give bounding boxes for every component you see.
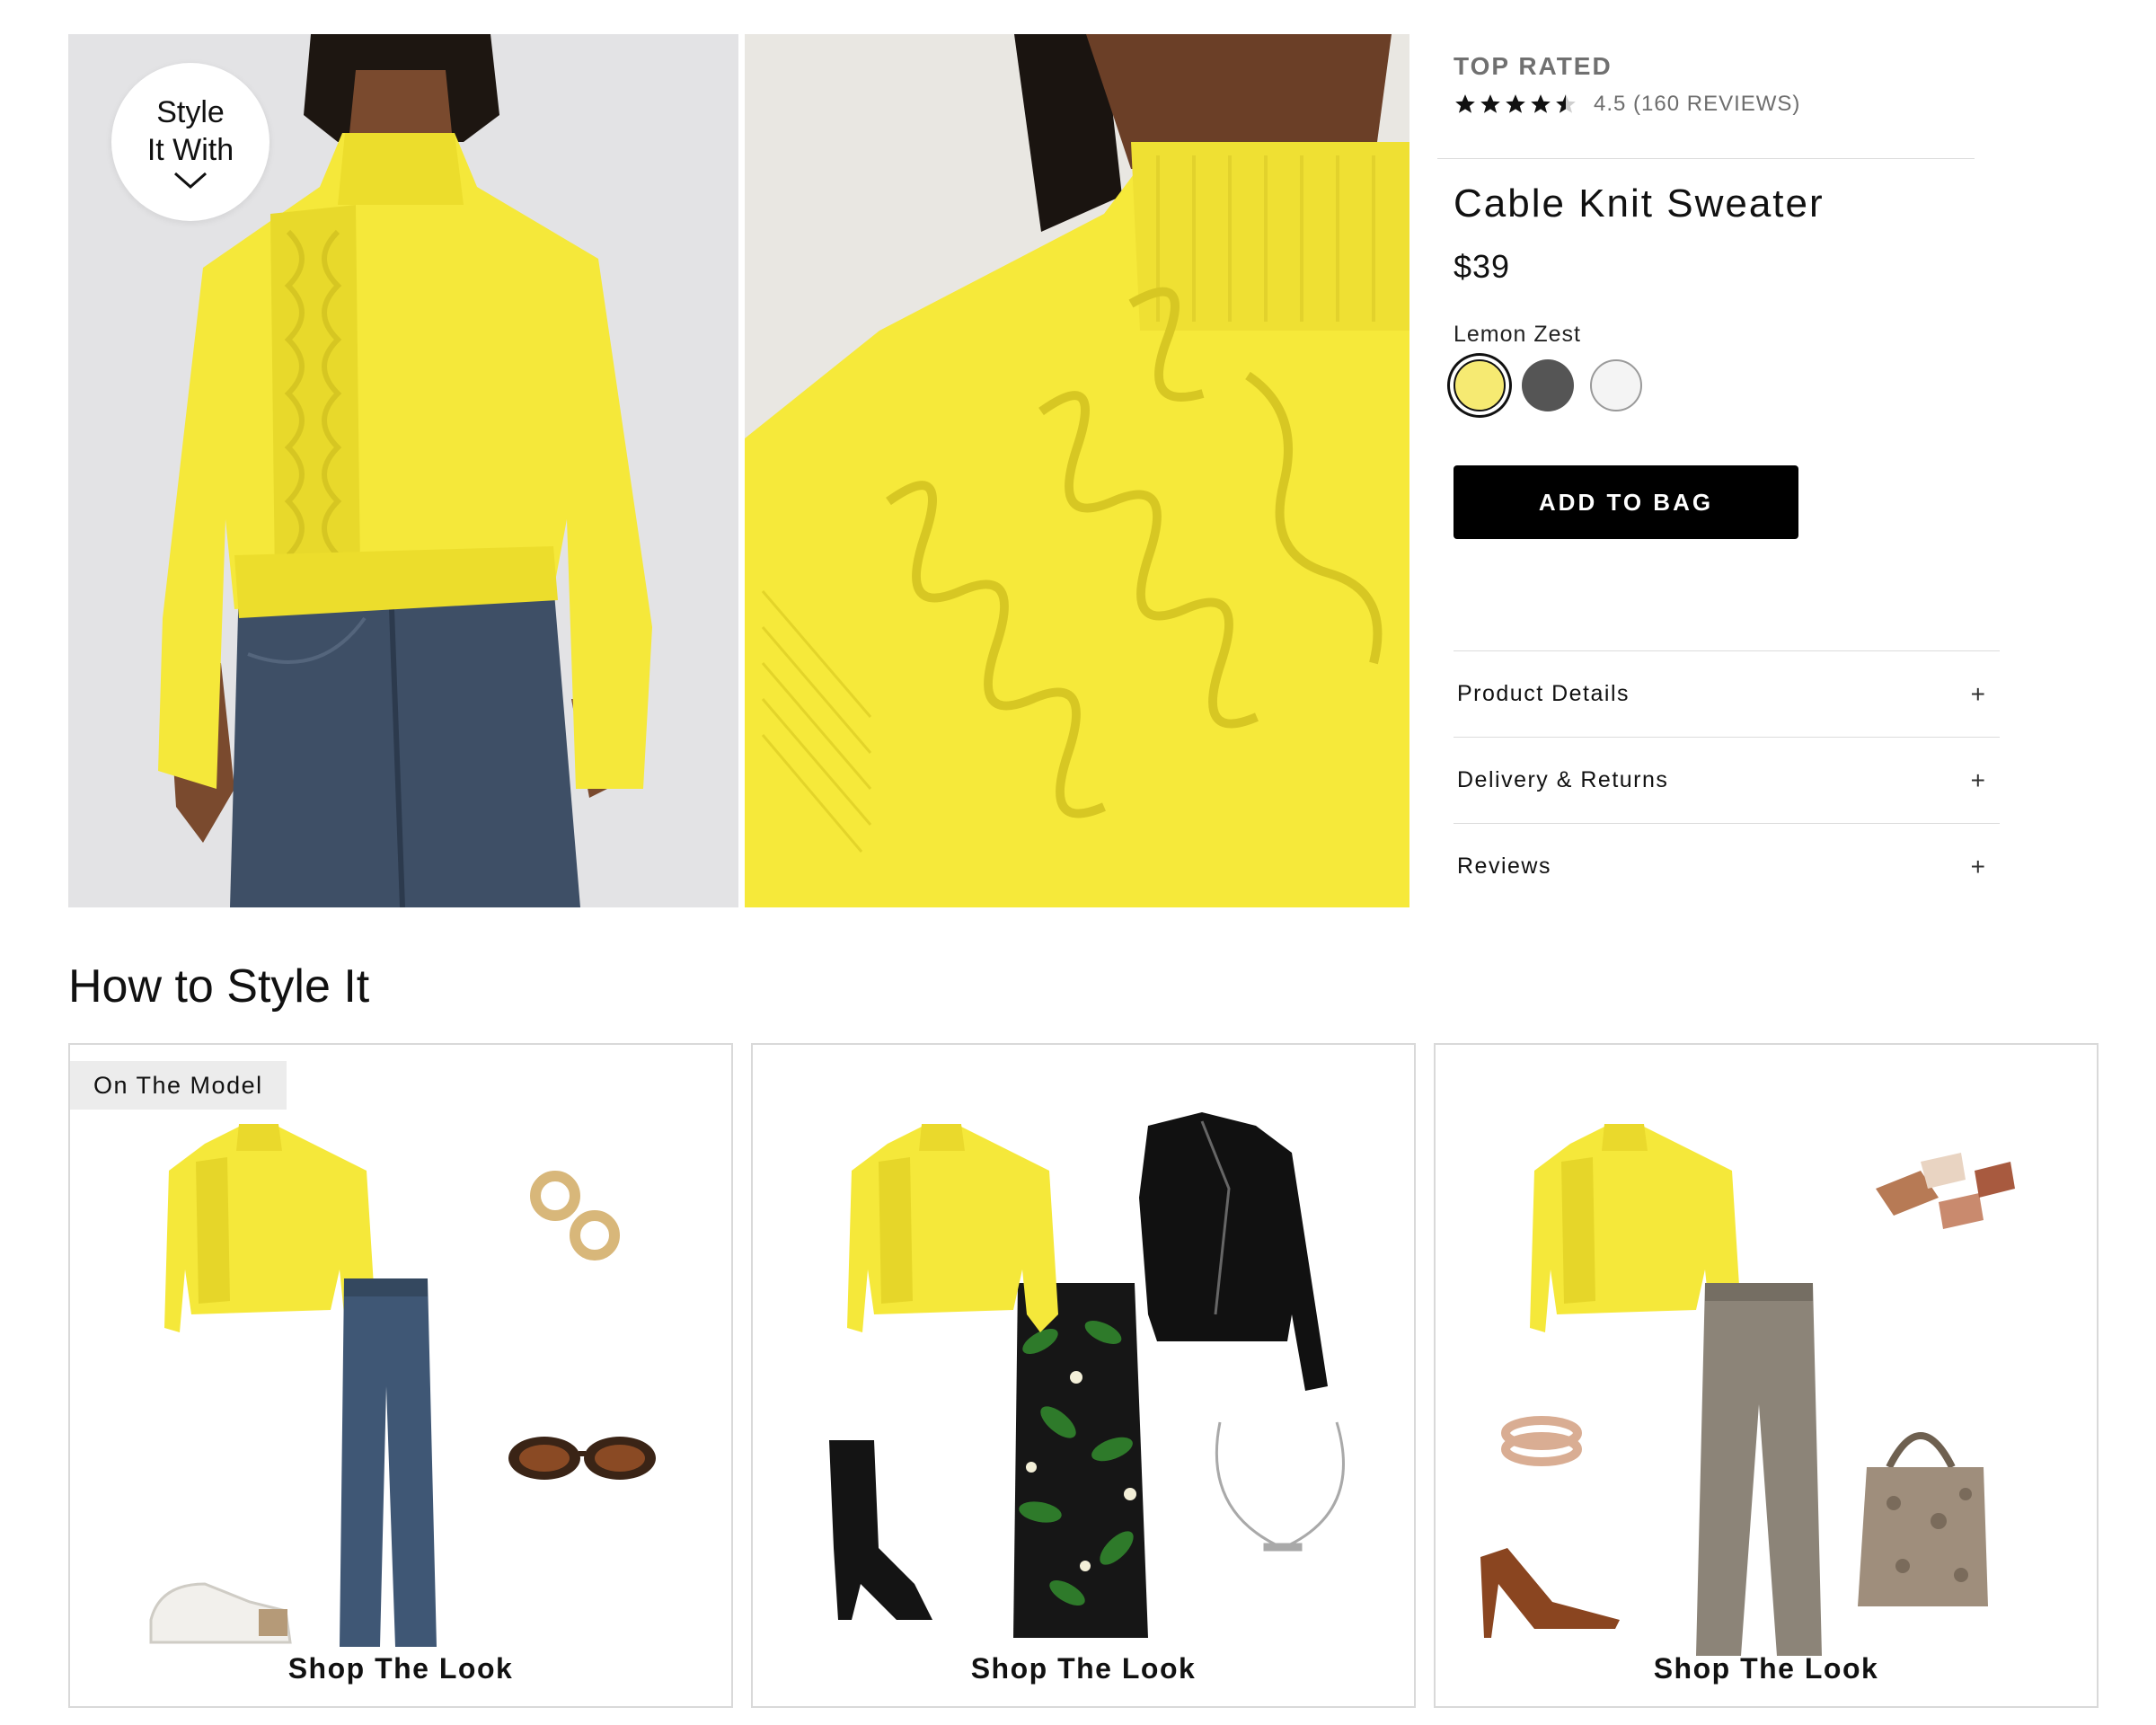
- look-collage-3: [1480, 1124, 2015, 1656]
- rating-summary[interactable]: 4.5 (160 REVIEWS): [1454, 92, 1800, 117]
- top-rated-badge: TOP RATED: [1454, 52, 1613, 80]
- rating-text: 4.5 (160 REVIEWS): [1594, 92, 1801, 116]
- necklace-item: [1215, 1421, 1345, 1552]
- shop-the-look-link[interactable]: Shop The Look: [753, 1652, 1414, 1685]
- jeans-item: [340, 1278, 437, 1647]
- slouch-boot-item: [829, 1440, 932, 1620]
- add-to-bag-button[interactable]: ADD TO BAG: [1454, 465, 1798, 539]
- star-rating: [1454, 93, 1577, 116]
- shop-the-look-link[interactable]: Shop The Look: [1436, 1652, 2097, 1685]
- accordion-label: Delivery & Returns: [1457, 767, 1669, 792]
- product-title: Cable Knit Sweater: [1454, 181, 1825, 226]
- style-it-with-button[interactable]: Style It With: [111, 63, 270, 221]
- star-full-icon: [1455, 94, 1475, 113]
- chevron-down-icon: [174, 172, 207, 190]
- accordion-reviews[interactable]: Reviews +: [1454, 823, 2000, 909]
- floral-skirt-item: [1013, 1283, 1148, 1638]
- bangle-item: [1501, 1416, 1582, 1466]
- swatch-charcoal[interactable]: [1522, 359, 1574, 411]
- sunglasses-item: [508, 1437, 656, 1480]
- section-title: How to Style It: [68, 960, 370, 1013]
- star-full-icon: [1480, 94, 1500, 113]
- hoop-earrings-item: [530, 1171, 620, 1261]
- style-it-with-line2: It With: [146, 133, 234, 167]
- product-image-closeup[interactable]: [745, 34, 1409, 907]
- sweater-item: [847, 1124, 1058, 1332]
- selected-color-name: Lemon Zest: [1454, 322, 1582, 347]
- accordion-delivery-returns[interactable]: Delivery & Returns +: [1454, 737, 2000, 823]
- star-full-icon: [1506, 94, 1525, 113]
- divider: [1437, 158, 1975, 159]
- accordion-label: Reviews: [1457, 854, 1551, 879]
- shop-the-look-link[interactable]: Shop The Look: [70, 1652, 731, 1685]
- trousers-item: [1696, 1283, 1822, 1656]
- plus-icon: +: [1970, 679, 1985, 708]
- look-collage-2: [829, 1112, 1345, 1638]
- accordion-product-details[interactable]: Product Details +: [1454, 650, 2000, 737]
- style-it-with-line1: Style: [156, 95, 225, 129]
- snakeskin-tote-item: [1858, 1432, 1988, 1606]
- star-full-icon: [1531, 94, 1551, 113]
- look-collage-1: [149, 1124, 656, 1647]
- on-the-model-tag: On The Model: [70, 1061, 287, 1110]
- sneakers-item: [149, 1582, 292, 1644]
- product-accordion: Product Details + Delivery & Returns + R…: [1454, 650, 2000, 909]
- color-swatches: [1454, 359, 1642, 411]
- plus-icon: +: [1970, 765, 1985, 794]
- leather-jacket-item: [1139, 1112, 1328, 1391]
- claw-clips-item: [1876, 1153, 2015, 1229]
- product-price: $39: [1454, 248, 1511, 285]
- style-look-card[interactable]: Shop The Look: [751, 1043, 1416, 1708]
- swatch-lemon-zest[interactable]: [1454, 359, 1506, 411]
- style-look-card[interactable]: On The Model Shop The Look: [68, 1043, 733, 1708]
- sweater-closeup-photo: [745, 34, 1409, 907]
- star-half-icon: [1556, 94, 1576, 113]
- plus-icon: +: [1970, 852, 1985, 880]
- style-look-card[interactable]: Shop The Look: [1434, 1043, 2099, 1708]
- accordion-label: Product Details: [1457, 681, 1630, 706]
- slingback-pump-item: [1480, 1548, 1620, 1638]
- swatch-white[interactable]: [1590, 359, 1642, 411]
